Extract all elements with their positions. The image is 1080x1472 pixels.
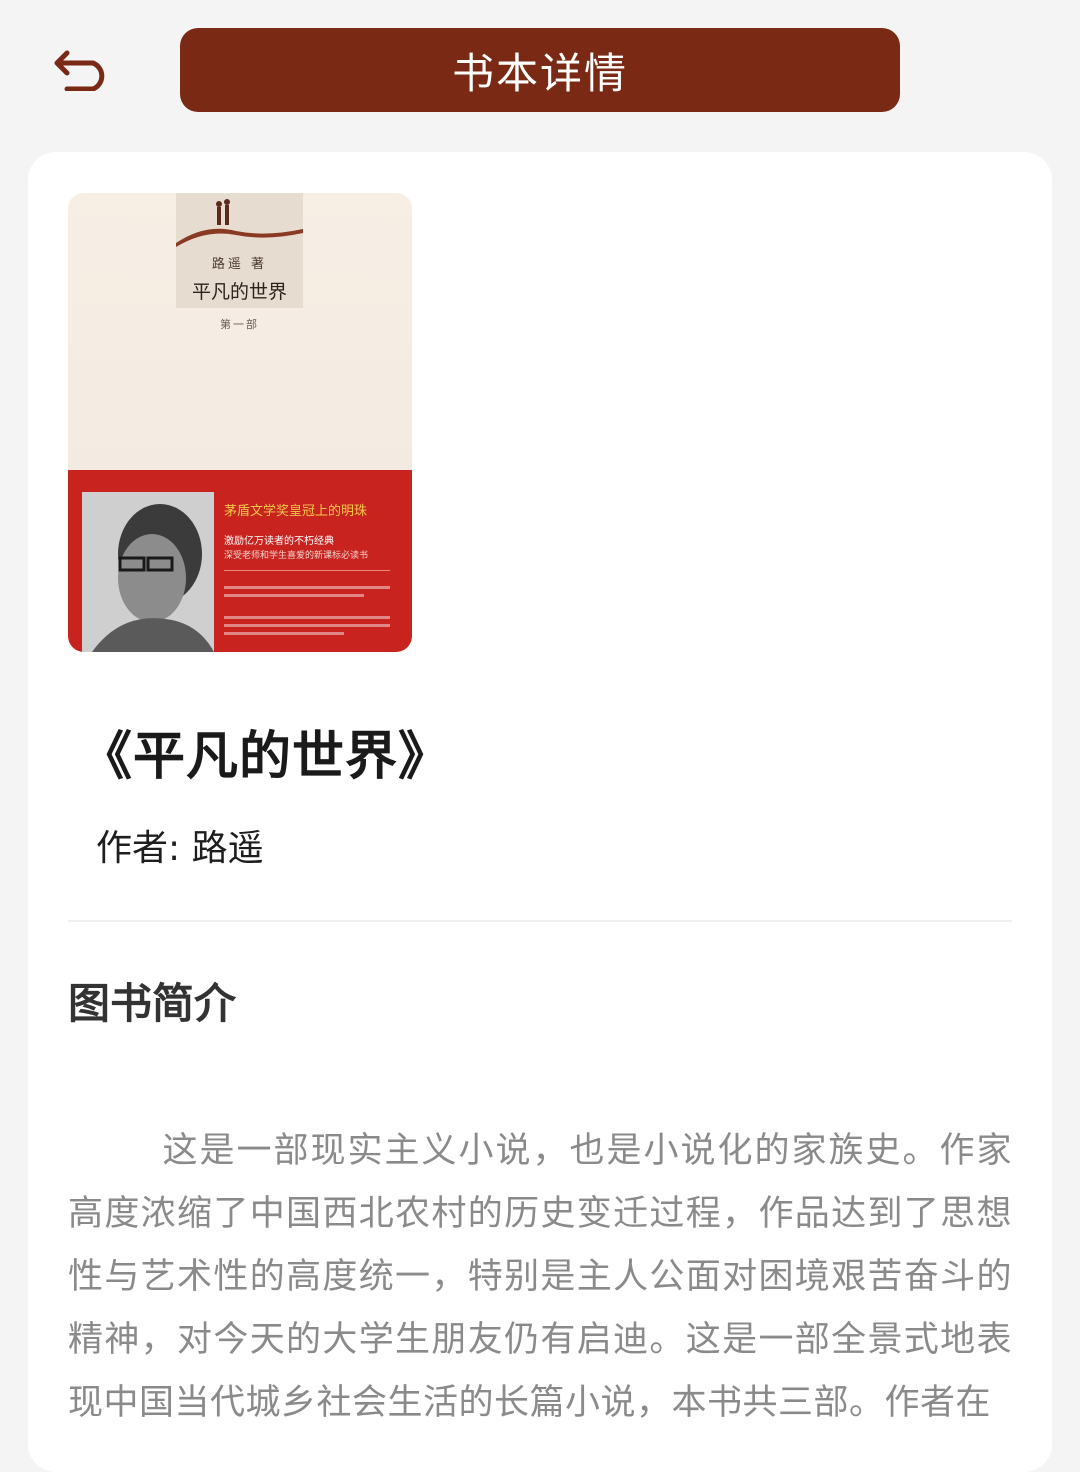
cover-subtitle-2: 深受老师和学生喜爱的新课标必读书: [224, 551, 369, 561]
cover-bottom: 茅盾文学奖皇冠上的明珠 激励亿万读者的不朽经典 深受老师和学生喜爱的新课标必读书: [68, 470, 412, 652]
book-cover[interactable]: 路遥 著 平凡的世界 第一部 茅盾文学奖皇冠上的明珠 激励亿万读者的不朽经典 深…: [68, 193, 412, 652]
intro-text: 这是一部现实主义小说，也是小说化的家族史。作家高度浓缩了中国西北农村的历史变迁过…: [68, 1131, 1012, 1423]
cover-slogan: 茅盾文学奖皇冠上的明珠: [224, 504, 368, 519]
cover-fine-text: [224, 616, 390, 619]
back-button[interactable]: [48, 40, 118, 100]
cover-fine-text: [224, 624, 390, 627]
cover-fine-text: [224, 632, 344, 635]
cover-fine-text: [224, 594, 364, 597]
cover-label: 路遥 著 平凡的世界: [176, 193, 303, 308]
cover-subtitle-1: 激励亿万读者的不朽经典: [224, 536, 334, 547]
cover-top: 路遥 著 平凡的世界 第一部: [68, 193, 412, 470]
cover-title: 平凡的世界: [191, 281, 287, 303]
cover-author: 路遥 著: [211, 257, 268, 272]
top-bar: 书本详情: [0, 0, 1080, 140]
author-photo: [82, 492, 214, 652]
book-author: 作者: 路遥: [96, 828, 264, 869]
cover-volume: 第一部: [220, 318, 259, 331]
divider: [68, 920, 1012, 922]
book-detail-card: 路遥 著 平凡的世界 第一部 茅盾文学奖皇冠上的明珠 激励亿万读者的不朽经典 深…: [28, 152, 1052, 1472]
page-title: 书本详情: [180, 28, 900, 112]
back-arrow-icon: [53, 45, 113, 95]
cover-rule: [224, 570, 390, 571]
book-title: 《平凡的世界》: [80, 727, 452, 787]
cover-fine-text: [224, 586, 390, 589]
intro-heading: 图书简介: [68, 979, 237, 1028]
page-title-text: 书本详情: [451, 48, 628, 98]
